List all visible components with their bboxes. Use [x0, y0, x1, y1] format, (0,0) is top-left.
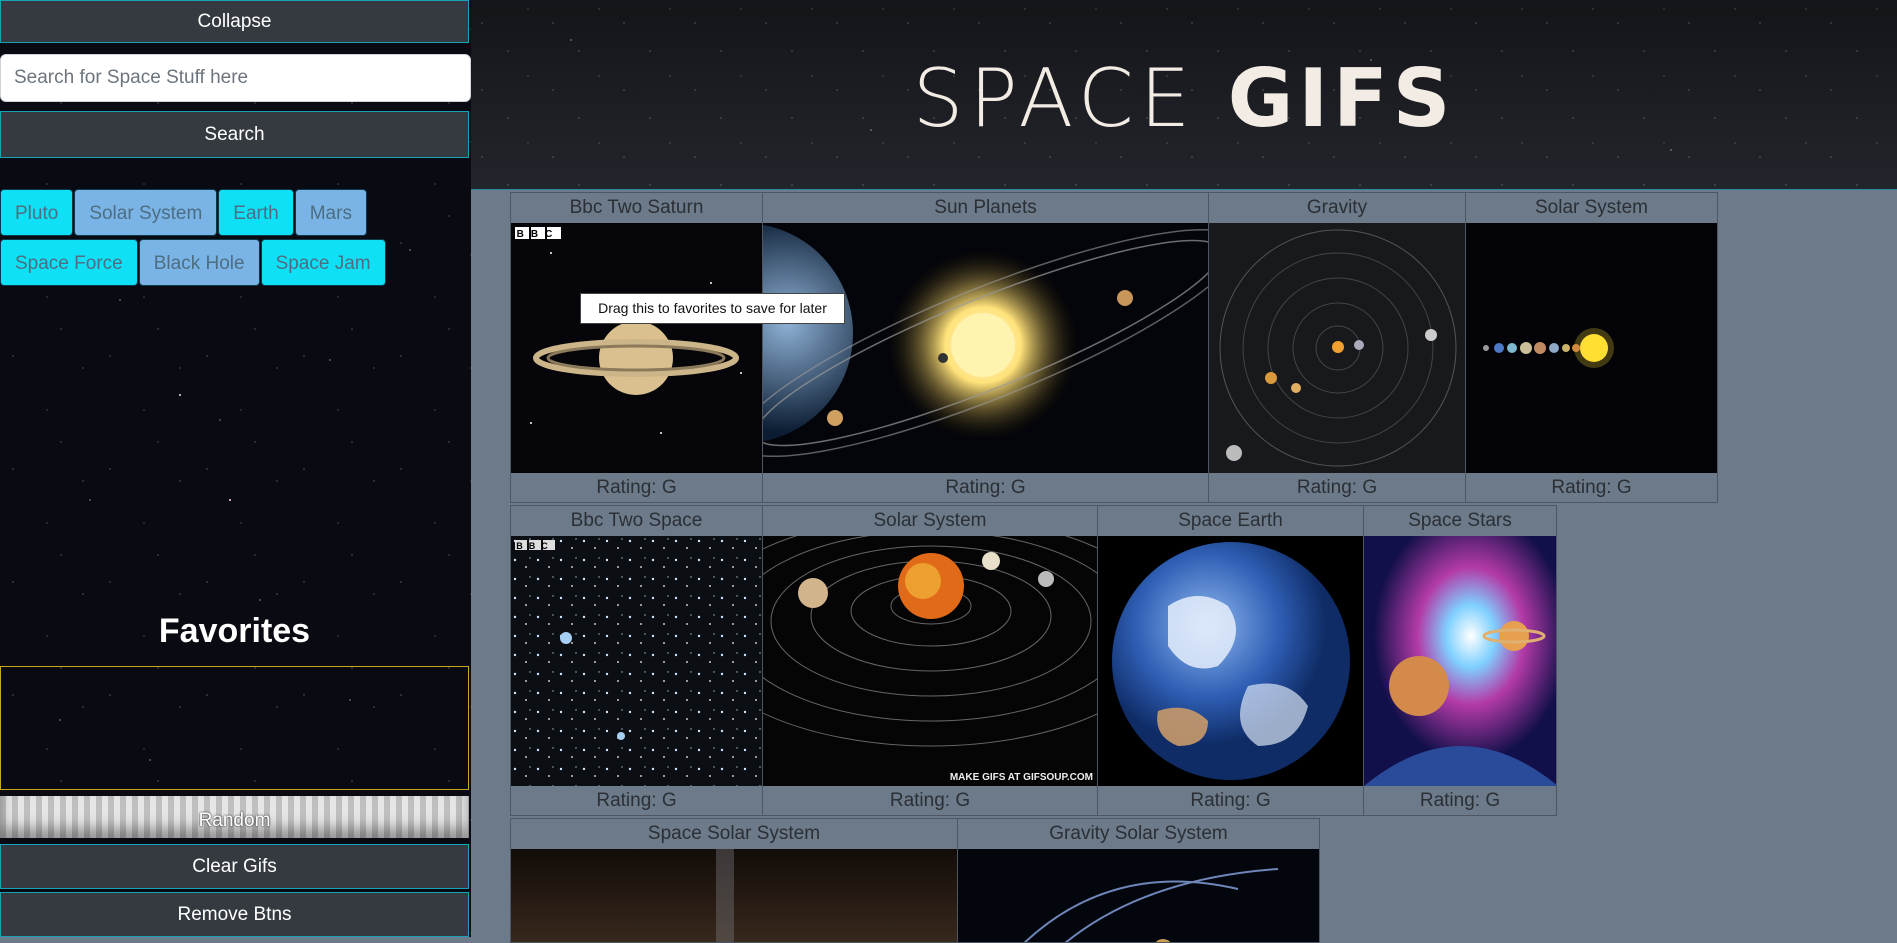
gif-rating: Rating: G: [1551, 477, 1632, 498]
gif-image-sun-planets[interactable]: [763, 223, 1208, 473]
gif-title: Solar System: [1535, 197, 1648, 218]
gif-card[interactable]: Gravity Solar System: [957, 818, 1320, 943]
gif-image-saturn[interactable]: BBC: [511, 223, 762, 473]
gif-image-starfield[interactable]: BBC: [511, 536, 762, 786]
gif-image-gravity[interactable]: [1209, 223, 1465, 473]
gif-rating: Rating: G: [596, 477, 677, 498]
page-title-light: SPACE: [912, 52, 1197, 145]
gif-card[interactable]: Space Earth Rating: G: [1097, 505, 1364, 816]
topic-button-solar-system[interactable]: Solar System: [74, 189, 218, 236]
favorites-drop-zone[interactable]: [0, 666, 469, 790]
gif-image-space-solar-system[interactable]: [511, 849, 957, 942]
gif-image-orbits[interactable]: MAKE GIFS AT GIFSOUP.COM: [763, 536, 1097, 786]
favorites-title: Favorites: [158, 612, 311, 650]
bbc-logo: BBC: [515, 540, 555, 551]
page-title: SPACE GIFS: [471, 52, 1897, 145]
topic-button-black-hole[interactable]: Black Hole: [138, 239, 260, 286]
gif-title: Sun Planets: [934, 197, 1037, 218]
gif-title: Gravity: [1306, 197, 1368, 218]
gif-card[interactable]: Solar System MAKE GIFS AT GIFSOUP.COM Ra…: [762, 505, 1098, 816]
svg-text:BBC: BBC: [516, 541, 554, 551]
clear-gifs-button[interactable]: Clear Gifs: [0, 844, 469, 889]
gif-card[interactable]: Space Stars Rating: G: [1363, 505, 1557, 816]
topic-button-earth[interactable]: Earth: [218, 189, 294, 236]
collapse-button[interactable]: Collapse: [0, 0, 469, 43]
gif-image-earth[interactable]: [1098, 536, 1363, 786]
gif-title: Bbc Two Space: [570, 510, 703, 531]
gif-title: Gravity Solar System: [1049, 823, 1228, 844]
bbc-logo: BBC: [515, 227, 561, 240]
topic-button-mars[interactable]: Mars: [294, 189, 367, 236]
gif-title: Space Earth: [1178, 510, 1283, 531]
gif-card[interactable]: Solar System Rating: G: [1465, 192, 1718, 503]
topic-button-list: Pluto Solar System Earth Mars Space Force Bl…: [0, 189, 400, 289]
gif-image-planet-line[interactable]: [1466, 223, 1717, 473]
gif-card[interactable]: Gravity Rating: G: [1208, 192, 1466, 503]
gifsoup-watermark: MAKE GIFS AT GIFSOUP.COM: [950, 772, 1093, 783]
gif-image-nebula[interactable]: [1364, 536, 1556, 786]
gif-card[interactable]: Bbc Two Space BBC Rating: G: [510, 505, 763, 816]
svg-text:BBC: BBC: [517, 229, 560, 240]
sidebar: Collapse Search PlutoSolar SystemEarthMa…: [0, 0, 471, 937]
header-banner: SPACE GIFS: [471, 0, 1897, 190]
gif-card[interactable]: Sun Planets Rating: G: [762, 192, 1209, 503]
random-button[interactable]: Random: [0, 796, 469, 838]
gif-title: Space Solar System: [647, 823, 821, 844]
gif-rating: Rating: G: [1190, 790, 1271, 811]
gif-card[interactable]: Bbc Two Saturn BBC Rating: G: [510, 192, 763, 503]
remove-buttons-button[interactable]: Remove Btns: [0, 892, 469, 937]
gif-rating: Rating: G: [945, 477, 1026, 498]
gif-rating: Rating: G: [596, 790, 677, 811]
gif-card[interactable]: Space Solar System: [510, 818, 958, 943]
page-title-bold: GIFS: [1227, 52, 1456, 145]
gif-title: Solar System: [873, 510, 987, 531]
gif-rating: Rating: G: [1296, 477, 1378, 498]
topic-button-pluto[interactable]: Pluto: [0, 189, 74, 236]
gif-title: Bbc Two Saturn: [569, 197, 704, 218]
topic-button-space-jam[interactable]: Space Jam: [260, 239, 386, 286]
search-input[interactable]: [0, 54, 471, 102]
gif-image-gravity-solar-system[interactable]: [958, 849, 1319, 942]
gif-title: Space Stars: [1408, 510, 1512, 531]
gif-rating: Rating: G: [1419, 790, 1501, 811]
topic-button-space-force[interactable]: Space Force: [0, 239, 138, 286]
gif-rating: Rating: G: [889, 790, 971, 811]
drag-tooltip: Drag this to favorites to save for later: [580, 293, 845, 324]
search-button[interactable]: Search: [0, 111, 469, 158]
